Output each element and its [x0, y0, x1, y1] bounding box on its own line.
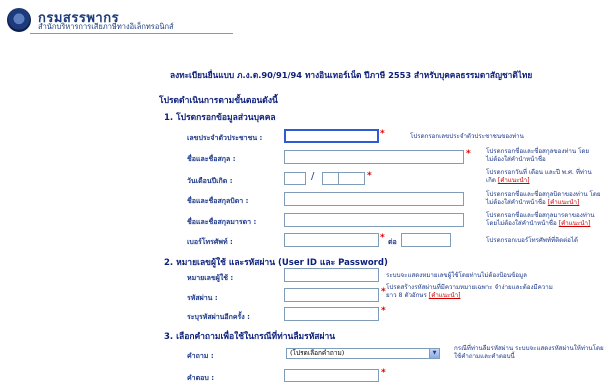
phone-input[interactable]	[284, 233, 379, 247]
required-mark: *	[380, 233, 385, 243]
phone-hint: โปรดกรอกเบอร์โทรศัพท์ที่ติดต่อได้	[486, 237, 578, 244]
father-name-input[interactable]	[284, 192, 464, 206]
chevron-down-icon[interactable]: ▼	[429, 349, 439, 358]
password-hint: โปรดสร้างรหัสผ่านที่มีความหมายเฉพาะ จำง่…	[386, 284, 556, 300]
revenue-department-logo-icon	[7, 8, 31, 32]
required-mark: *	[466, 149, 471, 159]
required-mark: *	[381, 287, 386, 297]
name-label: ชื่อและชื่อสกุล :	[187, 155, 236, 163]
father-hint-text: โปรดกรอกชื่อและชื่อสกุลบิดาของท่าน โดยไม…	[486, 191, 601, 206]
national-id-input[interactable]	[284, 129, 379, 143]
instruction-heading: โปรดดำเนินการตามขั้นตอนดังนี้	[159, 96, 278, 106]
required-mark: *	[380, 129, 385, 139]
required-mark: *	[381, 368, 386, 378]
userid-hint: ระบบจะแสดงหมายเลขผู้ใช้โดยท่านไม่ต้องป้อ…	[386, 272, 527, 279]
mother-hint: โปรดกรอกชื่อและชื่อสกุลมารดาของท่าน โดยไ…	[486, 212, 601, 228]
section2-heading: 2. หมายเลขผู้ใช้ และรหัสผ่าน (User ID แล…	[164, 258, 388, 268]
father-hint: โปรดกรอกชื่อและชื่อสกุลบิดาของท่าน โดยไม…	[486, 191, 601, 207]
extension-label: ต่อ	[388, 238, 397, 246]
dob-year-input[interactable]	[338, 172, 365, 185]
mother-name-label: ชื่อและชื่อสกุลมารดา :	[187, 218, 257, 226]
security-question-select[interactable]: (โปรดเลือกคำถาม) ▼	[286, 348, 440, 359]
dob-separator: /	[311, 171, 315, 182]
required-mark: *	[367, 171, 372, 181]
section1-heading: 1. โปรดกรอกข้อมูลส่วนบุคคล	[164, 113, 276, 123]
required-mark: *	[381, 306, 386, 316]
mother-name-input[interactable]	[284, 213, 464, 227]
answer-input[interactable]	[284, 369, 379, 382]
password-help-link[interactable]: [คำแนะนำ]	[429, 292, 461, 299]
dob-hint: โปรดกรอกวันที่ เดือน และปี พ.ศ. ที่ท่านเ…	[486, 169, 601, 185]
password-label: รหัสผ่าน :	[187, 294, 218, 302]
confirm-password-input[interactable]	[284, 307, 379, 321]
header-divider	[30, 33, 233, 34]
dob-help-link[interactable]: [คำแนะนำ]	[498, 177, 530, 184]
page-title: ลงทะเบียนยื่นแบบ ภ.ง.ด.90/91/94 ทางอินเท…	[170, 70, 533, 80]
id-label: เลขประจำตัวประชาชน :	[187, 134, 263, 142]
question-hint: กรณีที่ท่านลืมรหัสผ่าน ระบบจะแสดงรหัสผ่า…	[454, 345, 604, 360]
father-help-link[interactable]: [คำแนะนำ]	[548, 199, 580, 206]
password-hint-text: โปรดสร้างรหัสผ่านที่มีความหมายเฉพาะ จำง่…	[386, 284, 553, 299]
userid-label: หมายเลขผู้ใช้ :	[187, 274, 234, 282]
answer-label: คำตอบ :	[187, 374, 215, 382]
userid-display	[284, 268, 379, 282]
confirm-password-label: ระบุรหัสผ่านอีกครั้ง :	[187, 313, 250, 321]
dob-label: วันเดือนปีเกิด :	[187, 177, 233, 185]
father-name-label: ชื่อและชื่อสกุลบิดา :	[187, 197, 249, 205]
dob-day-input[interactable]	[284, 172, 306, 185]
question-label: คำถาม :	[187, 352, 214, 360]
section3-heading: 3. เลือกคำถามเพื่อใช้ในกรณีที่ท่านลืมรหั…	[164, 332, 336, 342]
phone-label: เบอร์โทรศัพท์ :	[187, 238, 233, 246]
security-question-value: (โปรดเลือกคำถาม)	[290, 349, 345, 357]
name-hint: โปรดกรอกชื่อและชื่อสกุลของท่าน โดยไม่ต้อ…	[486, 148, 590, 163]
mother-help-link[interactable]: [คำแนะนำ]	[559, 220, 591, 227]
name-input[interactable]	[284, 150, 464, 164]
password-input[interactable]	[284, 288, 379, 302]
extension-input[interactable]	[401, 233, 451, 247]
brand-subtitle: สำนักบริหารการเสียภาษีทางอิเล็กทรอนิกส์	[38, 22, 174, 31]
id-hint: โปรดกรอกเลขประจำตัวประชาชนของท่าน	[410, 133, 524, 140]
